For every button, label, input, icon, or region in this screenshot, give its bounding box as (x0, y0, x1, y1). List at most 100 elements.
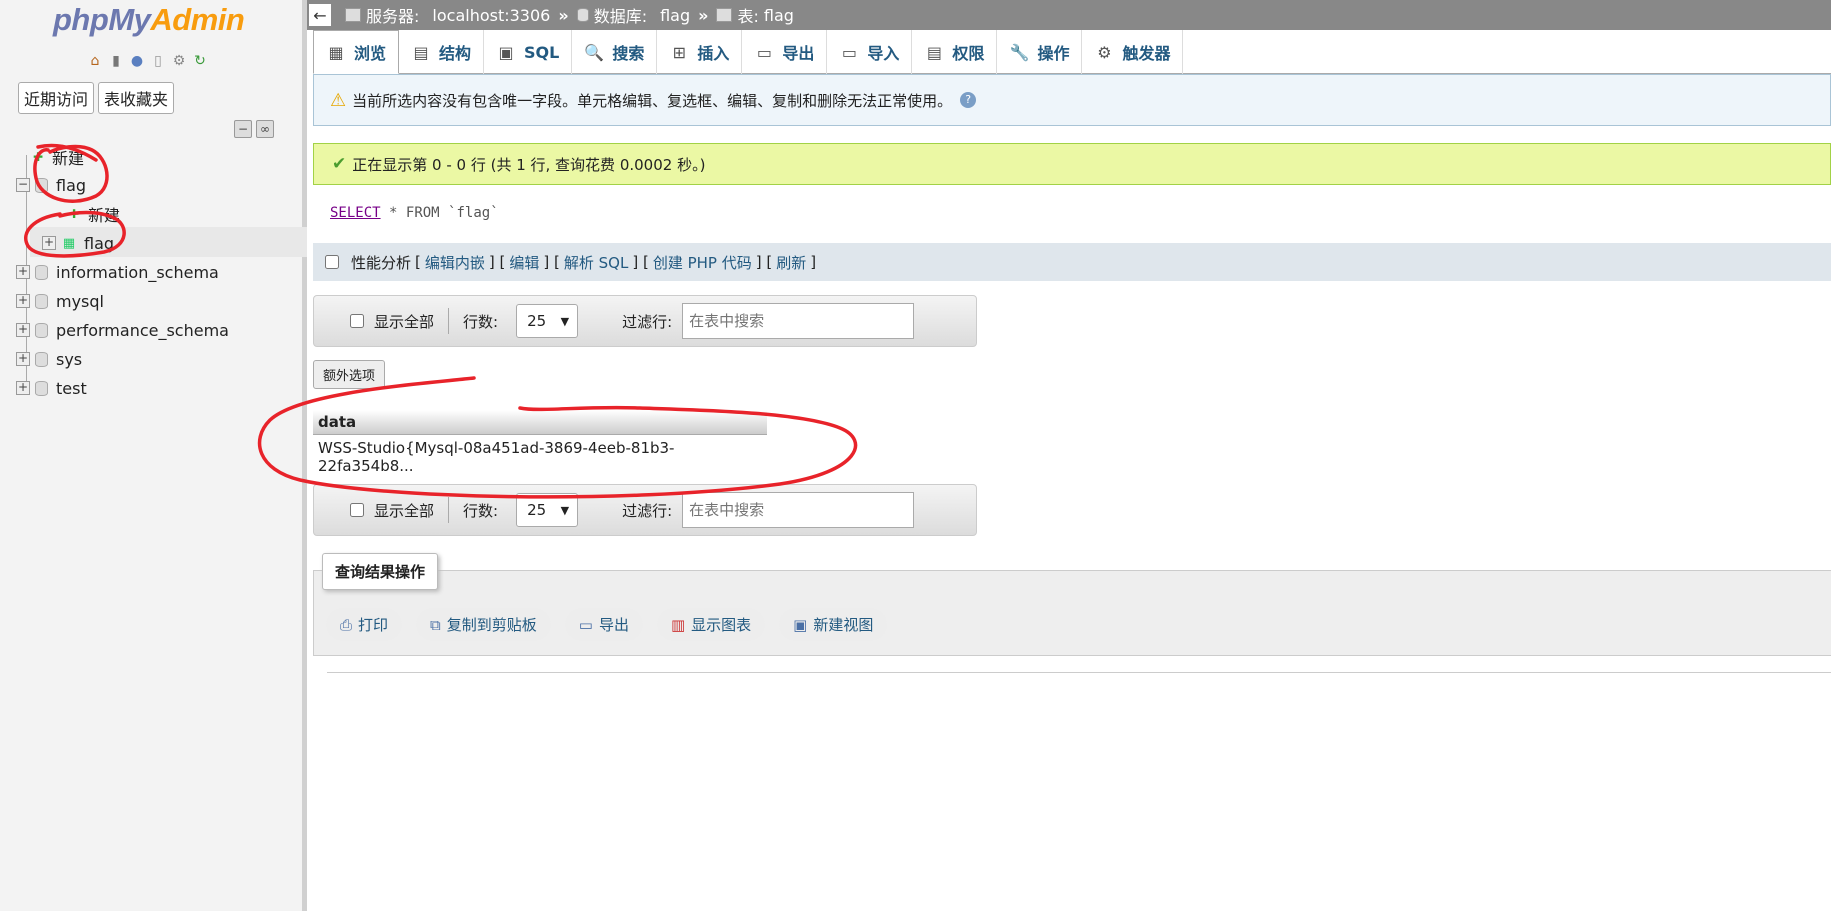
sql-query-display[interactable]: SELECT * FROM `flag` (330, 205, 499, 221)
tree-label: 新建 (88, 206, 121, 225)
filter-label: 过滤行: (622, 501, 673, 520)
tree-item-db[interactable]: + sys (16, 346, 82, 372)
tab-insert[interactable]: ⊞ 插入 (657, 30, 743, 74)
tree-item-db[interactable]: + information_schema (16, 259, 219, 285)
expand-icon[interactable]: + (42, 236, 56, 250)
table-row: WSS-Studio{Mysql-08a451ad-3869-4eeb-81b3… (313, 434, 767, 479)
extra-options-button[interactable]: 额外选项 (313, 360, 386, 389)
profiling-label: 性能分析 (351, 253, 412, 272)
sql-keyword[interactable]: SELECT (330, 205, 381, 221)
tab-browse[interactable]: ▦ 浏览 (313, 30, 400, 74)
tab-triggers[interactable]: ⚙ 触发器 (1082, 30, 1184, 74)
quick-icons: ⌂ ▮ ● ▯ ⚙ ↻ (86, 52, 209, 70)
navigation-panel: phpMyAdmin ⌂ ▮ ● ▯ ⚙ ↻ 近期访问 表收藏夹 − ∞ ✚ 新… (0, 0, 307, 911)
reload-icon[interactable]: ↻ (191, 52, 209, 70)
favorite-tables-button[interactable]: 表收藏夹 (98, 82, 175, 114)
tab-sql[interactable]: ▣ SQL (484, 30, 573, 74)
explain-sql-link[interactable]: 解析 SQL (564, 252, 628, 273)
rows-select[interactable]: 25 ▼ (516, 493, 579, 527)
tree-label: sys (56, 349, 83, 369)
rows-select[interactable]: 25 ▼ (516, 304, 579, 338)
database-icon (35, 177, 48, 193)
tree-item-db-flag[interactable]: − flag (16, 172, 86, 198)
display-chart-button[interactable]: ▥ 显示图表 (656, 608, 766, 641)
tree-label: mysql (56, 291, 104, 311)
tree-item-new-table[interactable]: ✚ 新建 (66, 201, 120, 227)
database-icon (35, 380, 48, 396)
recent-tables-button[interactable]: 近期访问 (18, 82, 95, 114)
database-icon (35, 264, 48, 280)
refresh-link[interactable]: 刷新 (776, 252, 806, 273)
back-arrow-icon[interactable]: ← (309, 4, 331, 26)
create-view-button[interactable]: ▣ 新建视图 (779, 608, 888, 641)
expand-icon[interactable]: + (16, 323, 30, 337)
inline-edit-link[interactable]: 编辑内嵌 (425, 252, 485, 273)
view-icon: ▣ (793, 615, 808, 634)
tab-search[interactable]: 🔍 搜索 (572, 30, 658, 74)
expand-icon[interactable]: + (16, 265, 30, 279)
tree-item-table-flag[interactable]: + ▦ flag (42, 230, 114, 256)
warning-icon: ⚠ (330, 89, 347, 111)
new-db-icon: ✚ (32, 150, 44, 164)
breadcrumb-server[interactable]: 服务器: localhost:3306 (345, 3, 550, 27)
sidebar-nav-tabs: 近期访问 表收藏夹 (18, 82, 175, 114)
profiling-checkbox[interactable] (325, 255, 339, 269)
tab-export[interactable]: ▭ 导出 (742, 30, 828, 74)
show-all-checkbox[interactable] (350, 314, 364, 328)
database-icon (35, 351, 48, 367)
tree-item-db[interactable]: + test (16, 375, 87, 401)
tree-label: flag (56, 175, 87, 195)
help-icon[interactable]: ● (128, 52, 146, 70)
home-icon[interactable]: ⌂ (86, 52, 104, 70)
success-message: ✔ 正在显示第 0 - 0 行 (共 1 行, 查询花费 0.0002 秒。) (313, 143, 1831, 185)
phpmyadmin-logo[interactable]: phpMyAdmin (53, 2, 245, 38)
breadcrumb-database[interactable]: 数据库: flag (576, 3, 690, 27)
collapse-all-icon[interactable]: − (234, 120, 252, 138)
divider (327, 672, 1831, 673)
query-results-operations-list: ⎙ 打印 ⧉ 复制到剪贴板 ▭ 导出 ▥ 显示图表 ▣ 新建视图 (326, 608, 888, 641)
settings-gear-icon[interactable]: ⚙ (170, 52, 188, 70)
table-cell[interactable]: WSS-Studio{Mysql-08a451ad-3869-4eeb-81b3… (313, 434, 767, 479)
copy-to-clipboard-button[interactable]: ⧉ 复制到剪贴板 (416, 608, 551, 641)
wrench-icon: 🔧 (1009, 42, 1030, 62)
table-header-row: data (313, 410, 767, 435)
sql-icon: ▣ (498, 42, 514, 62)
filter-rows-input[interactable] (682, 492, 915, 528)
tree-item-db[interactable]: + mysql (16, 288, 104, 314)
print-button[interactable]: ⎙ 打印 (326, 608, 403, 641)
database-icon (35, 322, 48, 338)
tree-label: information_schema (56, 262, 219, 282)
export-button[interactable]: ▭ 导出 (564, 608, 643, 641)
tree-item-new-db[interactable]: ✚ 新建 (30, 144, 84, 170)
structure-icon: ▤ (413, 42, 429, 62)
link-icon[interactable]: ∞ (256, 120, 274, 138)
help-icon[interactable]: ? (960, 92, 977, 108)
expand-icon[interactable]: + (16, 294, 30, 308)
rows-label: 行数: (463, 501, 499, 520)
breadcrumb-table[interactable]: 表: flag (716, 3, 794, 27)
logout-icon[interactable]: ▮ (107, 52, 125, 70)
tree-item-db[interactable]: + performance_schema (16, 317, 229, 343)
tab-privileges[interactable]: ▤ 权限 (912, 30, 998, 74)
search-icon: 🔍 (584, 42, 605, 62)
server-icon (345, 8, 361, 22)
tab-structure[interactable]: ▤ 结构 (399, 30, 485, 74)
tab-import[interactable]: ▭ 导入 (827, 30, 913, 74)
show-all-label: 显示全部 (374, 312, 435, 331)
expand-icon[interactable]: + (16, 381, 30, 395)
tab-operations[interactable]: 🔧 操作 (997, 30, 1083, 74)
triggers-icon: ⚙ (1097, 42, 1112, 62)
tree-label: performance_schema (56, 320, 229, 340)
collapse-icon[interactable]: − (16, 178, 30, 192)
expand-icon[interactable]: + (16, 352, 30, 366)
sql-links-bar: 性能分析 [ 编辑内嵌 ] [ 编辑 ] [ 解析 SQL ] [ 创建 PHP… (313, 243, 1831, 281)
docs-icon[interactable]: ▯ (149, 52, 167, 70)
rows-label: 行数: (463, 312, 499, 331)
show-all-checkbox[interactable] (350, 503, 364, 517)
results-table: data WSS-Studio{Mysql-08a451ad-3869-4eeb… (313, 410, 767, 479)
edit-link[interactable]: 编辑 (509, 252, 539, 273)
create-php-code-link[interactable]: 创建 PHP 代码 (653, 252, 752, 273)
filter-rows-input[interactable] (682, 303, 915, 339)
column-header-data[interactable]: data (313, 410, 767, 435)
database-icon (35, 293, 48, 309)
